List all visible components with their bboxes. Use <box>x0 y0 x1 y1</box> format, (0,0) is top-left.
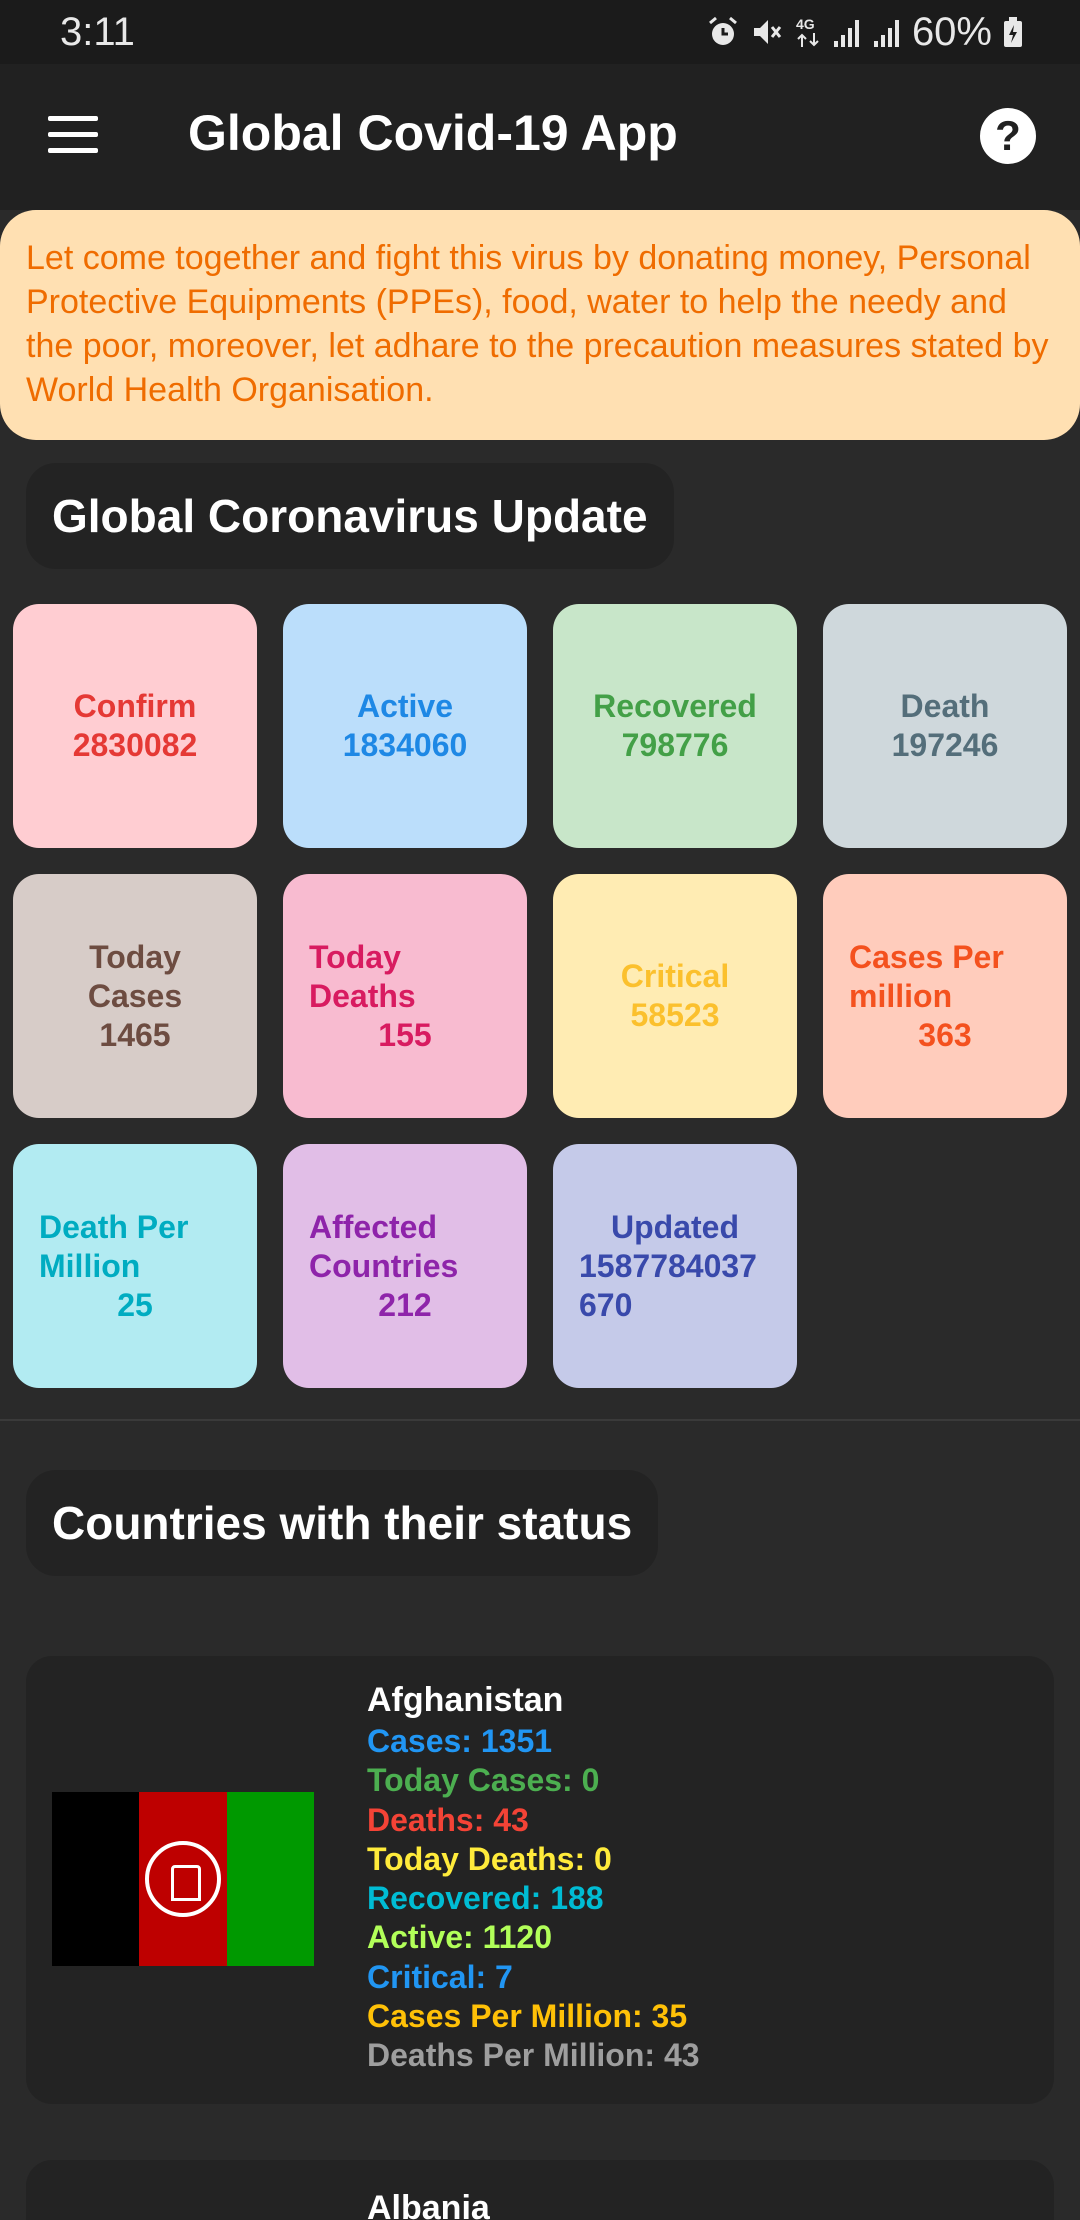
tile-label: Affected Countries <box>309 1208 459 1284</box>
signal-icon <box>833 20 859 47</box>
tile-affected-countries[interactable]: Affected Countries 212 <box>283 1144 527 1388</box>
country-stat-active: Active: 1120 <box>367 1919 553 1956</box>
hamburger-menu-icon[interactable] <box>48 116 98 156</box>
tile-confirm[interactable]: Confirm 2830082 <box>13 604 257 848</box>
country-card[interactable]: Afghanistan Cases: 1351 Today Cases: 0 D… <box>26 1656 1054 2104</box>
tile-label: Critical <box>620 958 730 994</box>
tile-updated[interactable]: Updated 1587784037670 <box>553 1144 797 1388</box>
tile-label: Cases Per million <box>849 938 1004 1014</box>
tile-value: 2830082 <box>72 727 198 763</box>
tile-label: Today Deaths <box>309 938 416 1014</box>
country-stat-deaths-per-million: Deaths Per Million: 43 <box>367 2037 700 2074</box>
flag-stripe <box>52 1792 140 1966</box>
tile-death-per-million[interactable]: Death Per Million 25 <box>13 1144 257 1388</box>
tile-label: Death Per Million <box>39 1208 189 1284</box>
global-update-title: Global Coronavirus Update <box>52 490 648 542</box>
section-divider <box>0 1419 1080 1421</box>
tile-value: 58523 <box>630 997 720 1033</box>
tile-label: Updated <box>611 1208 739 1245</box>
tile-value: 155 <box>378 1016 432 1053</box>
global-update-header: Global Coronavirus Update <box>26 463 674 569</box>
country-stat-critical: Critical: 7 <box>367 1958 513 1995</box>
country-card[interactable]: Albania <box>26 2160 1054 2220</box>
flag-stripe <box>139 1792 227 1966</box>
app-title: Global Covid-19 App <box>188 105 678 161</box>
tile-label: Recovered <box>593 688 757 724</box>
country-stat-deaths: Deaths: 43 <box>367 1801 529 1838</box>
country-info: Afghanistan Cases: 1351 Today Cases: 0 D… <box>367 1680 700 2076</box>
tile-value: 363 <box>918 1016 972 1053</box>
tile-value: 1587784037670 <box>579 1247 757 1323</box>
countries-header: Countries with their status <box>26 1470 659 1576</box>
flag-emblem-icon <box>144 1841 221 1917</box>
status-time: 3:11 <box>60 10 135 54</box>
country-info: Albania <box>367 2188 490 2220</box>
signal-icon <box>873 20 899 47</box>
svg-text:4G: 4G <box>796 16 815 32</box>
tile-active[interactable]: Active 1834060 <box>283 604 527 848</box>
flag-stripe <box>226 1792 314 1966</box>
country-stat-today-cases: Today Cases: 0 <box>367 1762 600 1799</box>
donation-banner: Let come together and fight this virus b… <box>0 210 1080 440</box>
app-bar: Global Covid-19 App ? <box>0 64 1080 210</box>
country-stat-recovered: Recovered: 188 <box>367 1880 604 1917</box>
tile-value: 798776 <box>621 727 729 763</box>
battery-level: 60% <box>911 9 992 54</box>
banner-text: Let come together and fight this virus b… <box>26 239 1049 409</box>
tile-value: 25 <box>117 1286 153 1323</box>
status-bar: 3:11 4G 60% <box>0 0 1080 64</box>
tile-critical[interactable]: Critical 58523 <box>553 874 797 1118</box>
tile-recovered[interactable]: Recovered 798776 <box>553 604 797 848</box>
country-name: Albania <box>367 2189 490 2220</box>
tile-today-cases[interactable]: Today Cases 1465 <box>13 874 257 1118</box>
country-stat-cases: Cases: 1351 <box>367 1723 553 1759</box>
tile-label: Death <box>900 688 990 724</box>
country-name: Afghanistan <box>367 1681 564 1719</box>
tile-label: Today Cases <box>87 938 183 1014</box>
tile-today-deaths[interactable]: Today Deaths 155 <box>283 874 527 1118</box>
battery-icon <box>1004 17 1022 47</box>
country-stat-today-deaths: Today Deaths: 0 <box>367 1840 612 1877</box>
tile-value: 212 <box>378 1286 432 1323</box>
mute-icon <box>753 20 782 44</box>
country-flag <box>52 1792 314 1966</box>
tile-value: 1834060 <box>342 727 468 763</box>
4g-icon: 4G <box>796 16 819 47</box>
tile-value: 1465 <box>99 1016 171 1053</box>
tile-label: Active <box>356 688 454 724</box>
country-stat-cases-per-million: Cases Per Million: 35 <box>367 1998 688 2035</box>
alarm-icon <box>708 16 737 45</box>
help-icon[interactable]: ? <box>980 108 1036 164</box>
tile-cases-per-million[interactable]: Cases Per million 363 <box>823 874 1067 1118</box>
countries-title: Countries with their status <box>52 1497 633 1549</box>
tile-value: 197246 <box>891 727 999 763</box>
status-icons: 4G 60% <box>706 10 1024 54</box>
tile-label: Confirm <box>73 688 197 724</box>
tile-death[interactable]: Death 197246 <box>823 604 1067 848</box>
